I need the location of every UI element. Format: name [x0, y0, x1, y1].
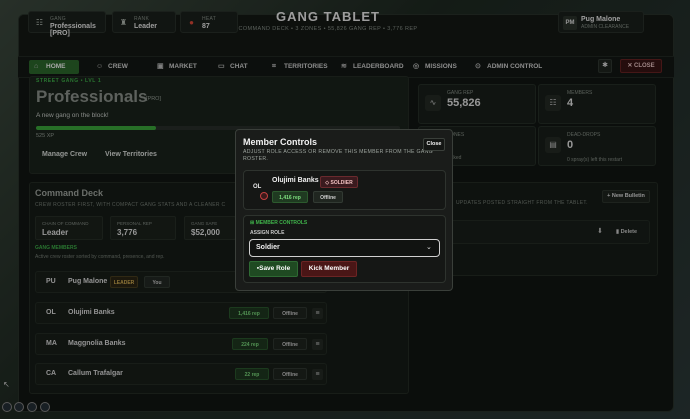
- kick-member-button[interactable]: Kick Member: [301, 261, 357, 277]
- status-dot-icon: [260, 192, 268, 200]
- member-controls-label: ⊞ MEMBER CONTROLS: [250, 220, 307, 226]
- modal-title: Member Controls: [243, 137, 318, 147]
- save-role-button[interactable]: ▪Save Role: [249, 261, 298, 277]
- modal-description: ADJUST ROLE ACCESS OR REMOVE THIS MEMBER…: [243, 149, 434, 162]
- modal-close-button[interactable]: Close: [423, 138, 445, 151]
- status-badge: Offline: [313, 191, 343, 203]
- role-badge: ◇ SOLDIER: [320, 176, 358, 188]
- member-name: Olujimi Banks: [272, 177, 319, 184]
- member-avatar: OL: [253, 184, 262, 190]
- rep-badge: 1,416 rep: [272, 191, 308, 203]
- role-select[interactable]: Soldier ⌄: [249, 239, 440, 257]
- chevron-down-icon: ⌄: [426, 244, 432, 251]
- assign-role-label: ASSIGN ROLE: [250, 230, 285, 236]
- role-badge-label: SOLDIER: [330, 180, 353, 186]
- role-select-value: Soldier: [256, 244, 280, 251]
- section-label: MEMBER CONTROLS: [255, 220, 308, 226]
- save-label: Save Role: [259, 265, 291, 272]
